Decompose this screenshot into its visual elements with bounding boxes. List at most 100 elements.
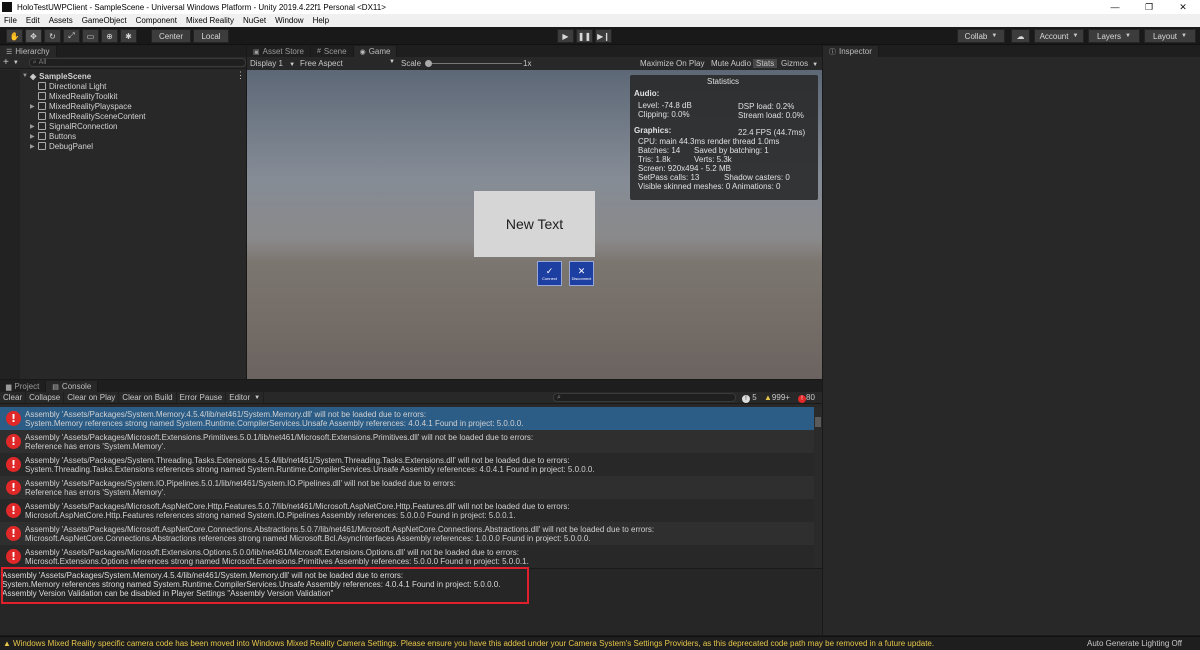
hierarchy-item[interactable]: Directional Light bbox=[30, 81, 106, 91]
stats-shadow: Shadow casters: 0 bbox=[724, 173, 790, 182]
error-pause-toggle[interactable]: Error Pause bbox=[177, 392, 227, 403]
clear-on-build-toggle[interactable]: Clear on Build bbox=[119, 392, 177, 403]
console-log-row[interactable]: ! Assembly 'Assets/Packages/System.Memor… bbox=[0, 407, 814, 430]
gizmos-dropdown[interactable]: Gizmos ▼ bbox=[781, 59, 818, 68]
menu-window[interactable]: Window bbox=[275, 16, 303, 25]
auto-lighting-status[interactable]: Auto Generate Lighting Off bbox=[1087, 639, 1182, 648]
scene-menu-icon[interactable]: ⋮ bbox=[236, 70, 245, 81]
hand-tool-icon[interactable]: ✋ bbox=[6, 29, 23, 43]
console-tabbar: ▆ Project ▤ Console bbox=[0, 380, 822, 392]
custom-tool-icon[interactable]: ✱ bbox=[120, 29, 137, 43]
hierarchy-search-input[interactable]: ⌕ All bbox=[28, 58, 246, 67]
transform-tool-icon[interactable]: ⊕ bbox=[101, 29, 118, 43]
hierarchy-item[interactable]: ▶ Buttons bbox=[30, 131, 76, 141]
play-button[interactable]: ▶ bbox=[557, 29, 574, 43]
display-dropdown[interactable]: Display 1 ▼ bbox=[250, 59, 295, 68]
check-icon: ✓ bbox=[545, 266, 554, 276]
console-log-row[interactable]: ! Assembly 'Assets/Packages/Microsoft.As… bbox=[0, 522, 814, 545]
tab-project[interactable]: ▆ Project bbox=[0, 381, 47, 392]
tab-scene[interactable]: # Scene bbox=[310, 46, 354, 57]
layers-dropdown[interactable]: Layers ▼ bbox=[1088, 29, 1140, 43]
clear-on-play-toggle[interactable]: Clear on Play bbox=[64, 392, 120, 403]
clear-button[interactable]: Clear bbox=[0, 392, 27, 403]
minimize-button[interactable]: — bbox=[1098, 0, 1132, 14]
close-button[interactable]: ✕ bbox=[1166, 0, 1200, 14]
tab-inspector[interactable]: ⓘ Inspector bbox=[823, 46, 879, 57]
pivot-local-toggle[interactable]: Local bbox=[193, 29, 229, 43]
add-dropdown-icon[interactable]: ▼ bbox=[13, 60, 19, 66]
hierarchy-item[interactable]: ▶ SignalRConnection bbox=[30, 121, 118, 131]
step-button[interactable]: ▶❙ bbox=[595, 29, 612, 43]
layout-dropdown[interactable]: Layout ▼ bbox=[1144, 29, 1196, 43]
console-log-row[interactable]: ! Assembly 'Assets/Packages/Microsoft.Ex… bbox=[0, 430, 814, 453]
stats-batches: Batches: 14 bbox=[638, 146, 681, 155]
add-icon[interactable]: + bbox=[3, 57, 9, 68]
maximize-on-play-toggle[interactable]: Maximize On Play bbox=[640, 59, 704, 68]
rotate-tool-icon[interactable]: ↻ bbox=[44, 29, 61, 43]
console-scrollbar-thumb[interactable] bbox=[815, 417, 821, 427]
menu-gameobject[interactable]: GameObject bbox=[82, 16, 127, 25]
console-icon: ▤ bbox=[52, 383, 59, 391]
hierarchy-item[interactable]: MixedRealitySceneContent bbox=[30, 111, 146, 121]
error-count-toggle[interactable]: ! 80 bbox=[798, 393, 815, 403]
menu-nuget[interactable]: NuGet bbox=[243, 16, 266, 25]
editor-dropdown[interactable]: Editor ▼ bbox=[226, 392, 265, 403]
stats-animations: Animations: 0 bbox=[732, 182, 781, 191]
warning-count-toggle[interactable]: ▲999+ bbox=[764, 393, 790, 402]
scale-tool-icon[interactable]: ⤢ bbox=[63, 29, 80, 43]
error-icon: ! bbox=[6, 503, 21, 518]
hierarchy-item[interactable]: ▶ DebugPanel bbox=[30, 141, 93, 151]
info-count-toggle[interactable]: ! 5 bbox=[742, 393, 757, 403]
gameobject-icon bbox=[38, 112, 46, 120]
stats-clipping: Clipping: 0.0% bbox=[638, 110, 690, 119]
list-icon: ☰ bbox=[6, 48, 13, 56]
cloud-icon[interactable]: ☁ bbox=[1011, 29, 1030, 43]
stats-skinned: Visible skinned meshes: 0 bbox=[638, 182, 731, 191]
menu-assets[interactable]: Assets bbox=[49, 16, 73, 25]
console-log-row[interactable]: ! Assembly 'Assets/Packages/System.Threa… bbox=[0, 453, 814, 476]
collab-dropdown[interactable]: Collab ▼ bbox=[957, 29, 1005, 43]
disconnect-button[interactable]: ✕ Disconnect bbox=[569, 261, 594, 286]
stats-toggle[interactable]: Stats bbox=[753, 58, 778, 68]
console-scrollbar[interactable] bbox=[814, 407, 822, 568]
tab-console[interactable]: ▤ Console bbox=[46, 381, 99, 392]
status-bar: ▲ Windows Mixed Reality specific camera … bbox=[0, 636, 1200, 650]
stats-fps: 22.4 FPS (44.7ms) bbox=[738, 128, 806, 137]
scale-slider-handle[interactable] bbox=[425, 60, 432, 67]
hierarchy-item[interactable]: ▶ MixedRealityPlayspace bbox=[30, 101, 132, 111]
tab-game[interactable]: ◉ Game bbox=[353, 46, 398, 57]
hierarchy-item[interactable]: MixedRealityToolkit bbox=[30, 91, 117, 101]
hierarchy-panel: ☰ Hierarchy + ▼ ⌕ All ▼ ◈ SampleScene Direct… bbox=[0, 45, 246, 379]
rect-tool-icon[interactable]: ▭ bbox=[82, 29, 99, 43]
stats-graphics-header: Graphics: bbox=[634, 126, 672, 135]
pivot-center-toggle[interactable]: Center bbox=[151, 29, 191, 43]
collapse-toggle[interactable]: Collapse bbox=[26, 392, 65, 403]
connect-button[interactable]: ✓ Connect bbox=[537, 261, 562, 286]
menu-edit[interactable]: Edit bbox=[26, 16, 40, 25]
pause-button[interactable]: ❚❚ bbox=[576, 29, 593, 43]
console-log-row[interactable]: ! Assembly 'Assets/Packages/System.IO.Pi… bbox=[0, 476, 814, 499]
maximize-button[interactable]: ❐ bbox=[1132, 0, 1166, 14]
console-search-input[interactable]: ⌕ bbox=[553, 393, 736, 402]
folder-icon: ▆ bbox=[6, 383, 12, 391]
scale-slider[interactable] bbox=[427, 63, 522, 64]
status-message[interactable]: Windows Mixed Reality specific camera co… bbox=[13, 639, 934, 648]
tab-asset-store[interactable]: ▣ Asset Store bbox=[247, 46, 311, 57]
aspect-dropdown[interactable]: Free Aspect ▼ bbox=[300, 59, 395, 68]
inspector-tabbar: ⓘ Inspector bbox=[823, 45, 1200, 57]
game-viewport[interactable]: Statistics Audio: Level: -74.8 dB Clippi… bbox=[247, 70, 822, 379]
tab-hierarchy[interactable]: ☰ Hierarchy bbox=[0, 46, 57, 57]
account-dropdown[interactable]: Account ▼ bbox=[1034, 29, 1084, 43]
move-tool-icon[interactable]: ✥ bbox=[25, 29, 42, 43]
menu-mixed-reality[interactable]: Mixed Reality bbox=[186, 16, 234, 25]
mute-audio-toggle[interactable]: Mute Audio bbox=[711, 59, 751, 68]
hierarchy-scene[interactable]: ▼ ◈ SampleScene bbox=[22, 71, 91, 81]
console-log-row[interactable]: ! Assembly 'Assets/Packages/Microsoft.Ex… bbox=[0, 545, 814, 568]
console-log-row[interactable]: ! Assembly 'Assets/Packages/Microsoft.As… bbox=[0, 499, 814, 522]
gameobject-icon bbox=[38, 122, 46, 130]
menu-component[interactable]: Component bbox=[136, 16, 177, 25]
menu-file[interactable]: File bbox=[4, 16, 17, 25]
error-icon: ! bbox=[6, 434, 21, 449]
menu-help[interactable]: Help bbox=[313, 16, 329, 25]
error-icon: ! bbox=[6, 549, 21, 564]
